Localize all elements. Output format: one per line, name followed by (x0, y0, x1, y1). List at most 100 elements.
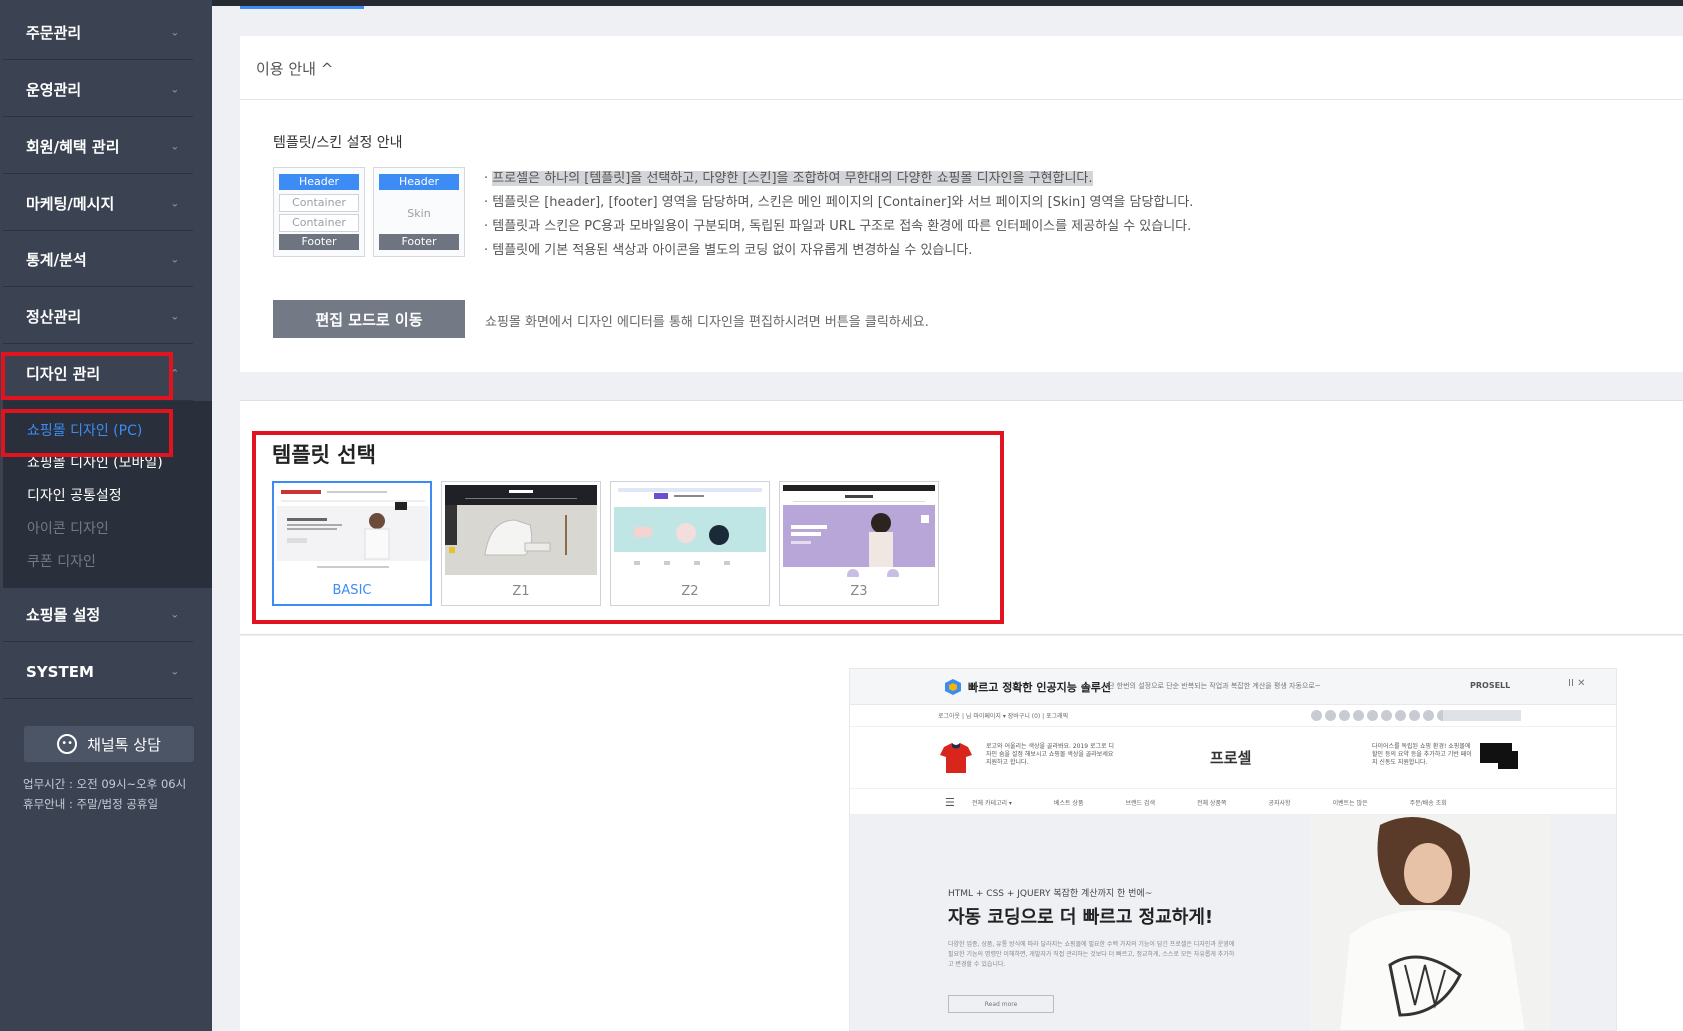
template-card-z1[interactable]: Z1 (441, 481, 601, 606)
guide-bullet: · 템플릿은 [header], [footer] 영역을 담당하며, 스킨은 … (484, 195, 1194, 210)
guide-title: 템플릿/스킨 설정 안내 (273, 135, 403, 151)
chevron-down-icon: ⌄ (170, 609, 179, 620)
chevron-down-icon: ⌄ (170, 254, 179, 265)
submenu-shop-design-mobile[interactable]: 쇼핑몰 디자인 (모바일) (27, 452, 163, 472)
usage-guide-toggle[interactable]: 이용 안내 ^ (256, 58, 333, 79)
top-bar (212, 0, 1683, 6)
edit-mode-description: 쇼핑몰 화면에서 디자인 에디터를 통해 디자인을 편집하시려면 버튼을 클릭하… (485, 315, 929, 330)
preview-banner-controls[interactable]: II ✕ (1568, 678, 1585, 689)
preview-util-bar: 로그아웃 | 님 마이페이지 ▾ 장바구니 (0) | 포그래픽 (850, 705, 1616, 727)
guide-bullet: · 템플릿에 기본 적용된 색상과 아이콘을 별도의 코딩 없이 자유롭게 변경… (484, 243, 973, 258)
usage-guide-header: 이용 안내 ^ (240, 36, 1683, 100)
chevron-down-icon: ⌄ (170, 141, 179, 152)
preview-banner-brand: PROSELL (1470, 681, 1511, 690)
preview-util-links: 로그아웃 | 님 마이페이지 ▾ 장바구니 (0) | 포그래픽 (938, 713, 1069, 720)
preview-hero-button: Read more (948, 995, 1054, 1013)
template-select-title: 템플릿 선택 (272, 443, 376, 467)
submenu-coupon-design[interactable]: 쿠폰 디자인 (27, 551, 96, 571)
preview-banner-subtitle: 단 한번의 설정으로 단순 반복되는 작업과 복잡한 계산을 평생 자동으로~ (1108, 682, 1321, 690)
sidebar-item-operation[interactable]: 운영관리 ⌄ (3, 63, 193, 117)
sidebar-item-members[interactable]: 회원/혜택 관리 ⌄ (3, 120, 193, 174)
model-image (1310, 815, 1550, 1030)
diagram-header: Header (379, 174, 459, 190)
template-preview: 빠르고 정확한 인공지능 솔루션 단 한번의 설정으로 단순 반복되는 작업과 … (849, 668, 1617, 1031)
submenu-design-common[interactable]: 디자인 공통설정 (27, 485, 122, 505)
sidebar-item-label: 주문관리 (26, 24, 82, 42)
diagram-footer: Footer (379, 234, 459, 250)
submenu-shop-design-pc[interactable]: 쇼핑몰 디자인 (PC) (27, 420, 142, 440)
channel-talk-label: 채널톡 상담 (87, 735, 161, 754)
template-thumbnail (277, 486, 429, 578)
template-label: BASIC (332, 583, 372, 598)
sidebar-item-label: 정산관리 (26, 308, 82, 326)
chevron-down-icon: ⌄ (170, 198, 179, 209)
channel-talk-button[interactable]: •• 채널톡 상담 (24, 726, 194, 762)
preview-top-banner: 빠르고 정확한 인공지능 솔루션 단 한번의 설정으로 단순 반복되는 작업과 … (850, 669, 1616, 705)
template-thumbnail (783, 485, 935, 577)
template-card-z2[interactable]: Z2 (610, 481, 770, 606)
diagram-footer: Footer (279, 234, 359, 250)
preview-header-left-text: 로고와 어울리는 색상을 골라봐요. 2019 로그로 디자인 숨을 설정 해보… (986, 743, 1114, 766)
guide-bullets: · 프로셀은 하나의 [템플릿]을 선택하고, 다양한 [스킨]을 조합하여 무… (484, 167, 1193, 263)
sidebar-item-order[interactable]: 주문관리 ⌄ (3, 6, 193, 60)
sidebar-item-label: 통계/분석 (26, 251, 87, 269)
tshirt-icon (940, 743, 972, 773)
usage-guide-body: 템플릿/스킨 설정 안내 Header Container Container … (240, 100, 1683, 372)
template-diagram: Header Container Container Footer (273, 167, 365, 257)
active-tab-indicator (240, 6, 364, 9)
template-card-z3[interactable]: Z3 (779, 481, 939, 606)
sidebar-item-design[interactable]: 디자인 관리 ⌃ (3, 347, 193, 401)
sidebar-item-label: 마케팅/메시지 (26, 195, 115, 213)
guide-bullet: · 템플릿과 스킨은 PC용과 모바일용이 구분되며, 독립된 파일과 URL … (484, 219, 1192, 234)
hamburger-icon: ☰ (945, 796, 955, 809)
diagram-skin: Skin (407, 207, 431, 220)
template-thumbnail (445, 485, 597, 577)
preview-header-logo: 프로셀 (1210, 749, 1252, 767)
sidebar-item-statistics[interactable]: 통계/분석 ⌄ (3, 233, 193, 287)
sidebar-item-marketing[interactable]: 마케팅/메시지 ⌄ (3, 177, 193, 231)
preview-nav-items: 전체 카테고리 ▾ 베스트 상품 브랜드 검색 전체 상품쪽 공지사항 이벤트는… (972, 800, 1447, 807)
chevron-up-icon: ⌃ (170, 368, 179, 379)
chat-bubble-icon: •• (57, 734, 78, 754)
chevron-down-icon: ⌄ (170, 27, 179, 38)
design-submenu: 쇼핑몰 디자인 (PC) 쇼핑몰 디자인 (모바일) 디자인 공통설정 아이콘 … (3, 401, 212, 588)
template-select-panel: 템플릿 선택 BASIC Z1 Z2 Z3 (240, 400, 1683, 635)
guide-bullet: · 프로셀은 하나의 [템플릿]을 선택하고, 다양한 [스킨]을 조합하여 무… (484, 171, 1093, 186)
preview-sns-icons (1311, 710, 1448, 721)
template-card-basic[interactable]: BASIC (272, 481, 432, 606)
preview-hero-title: 자동 코딩으로 더 빠르고 정교하게! (948, 907, 1214, 928)
sidebar-item-label: 쇼핑몰 설정 (26, 606, 101, 624)
preview-search-icon (1443, 710, 1521, 721)
sidebar-item-settlement[interactable]: 정산관리 ⌄ (3, 290, 193, 344)
diagram-container: Container (279, 194, 359, 212)
preview-hero-kicker: HTML + CSS + JQUERY 복잡한 계산까지 한 번에~ (948, 889, 1153, 899)
sidebar-item-label: 운영관리 (26, 81, 82, 99)
skin-diagram: Header Skin Footer (373, 167, 465, 257)
chevron-down-icon: ⌄ (170, 311, 179, 322)
template-label: Z3 (850, 584, 868, 599)
sidebar: 주문관리 ⌄ 운영관리 ⌄ 회원/혜택 관리 ⌄ 마케팅/메시지 ⌄ 통계/분석… (0, 0, 212, 1031)
chevron-down-icon: ⌄ (170, 84, 179, 95)
preview-header: 로고와 어울리는 색상을 골라봐요. 2019 로그로 디자인 숨을 설정 해보… (850, 727, 1616, 789)
chevron-down-icon: ⌄ (170, 666, 179, 677)
preview-nav: ☰ 전체 카테고리 ▾ 베스트 상품 브랜드 검색 전체 상품쪽 공지사항 이벤… (850, 789, 1616, 815)
edit-mode-button[interactable]: 편집 모드로 이동 (273, 300, 465, 338)
holiday-info: 휴무안내 : 주말/법정 공휴일 (23, 797, 159, 811)
preview-banner-title: 빠르고 정확한 인공지능 솔루션 (968, 681, 1112, 694)
business-hours: 업무시간 : 오전 09시~오후 06시 (23, 777, 187, 791)
sidebar-item-label: SYSTEM (26, 662, 94, 681)
sidebar-item-shop-settings[interactable]: 쇼핑몰 설정 ⌄ (3, 588, 193, 642)
template-label: Z2 (681, 584, 699, 599)
preview-panel: 빠르고 정확한 인공지능 솔루션 단 한번의 설정으로 단순 반복되는 작업과 … (240, 636, 1683, 1031)
prosell-logo-icon (945, 679, 961, 695)
preview-hero: HTML + CSS + JQUERY 복잡한 계산까지 한 번에~ 자동 코딩… (850, 815, 1616, 1030)
template-thumbnail (614, 485, 766, 577)
sidebar-item-label: 디자인 관리 (26, 365, 101, 383)
sidebar-item-system[interactable]: SYSTEM ⌄ (3, 645, 193, 699)
diagram-container: Container (279, 214, 359, 232)
diagram-header: Header (279, 174, 359, 190)
preview-hero-description: 다양한 업종, 상품, 유통 방식에 따라 달라지는 쇼핑몰에 필요한 수백 가… (948, 941, 1235, 968)
sidebar-item-label: 회원/혜택 관리 (26, 138, 120, 156)
template-label: Z1 (512, 584, 530, 599)
submenu-icon-design[interactable]: 아이콘 디자인 (27, 518, 109, 538)
